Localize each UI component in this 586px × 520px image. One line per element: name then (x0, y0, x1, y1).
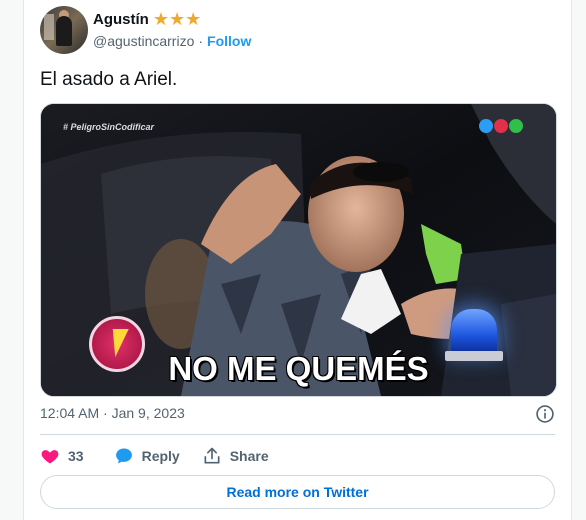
reply-button[interactable]: Reply (114, 446, 180, 466)
handle-row: @agustincarrizo · Follow (93, 33, 251, 49)
reply-icon (115, 448, 132, 464)
action-bar: 33 Reply Share (40, 445, 291, 467)
separator: · (198, 33, 204, 49)
channel-logo-icon (479, 119, 523, 133)
follow-button[interactable]: Follow (207, 33, 251, 49)
avatar-background (44, 14, 54, 40)
avatar-figure (56, 16, 72, 46)
tweet-card: Agustín ★★★ @agustincarrizo · Follow El … (23, 0, 572, 520)
siren-icon (451, 309, 497, 353)
stars-icon: ★★★ (152, 9, 202, 29)
name-row: Agustín ★★★ (93, 9, 202, 29)
reply-label: Reply (141, 448, 180, 464)
logo-dot-green (509, 119, 523, 133)
like-button[interactable]: 33 (40, 446, 84, 466)
info-icon[interactable] (535, 404, 555, 424)
share-label: Share (229, 448, 269, 464)
media-caption: NO ME QUEMÉS (168, 350, 429, 387)
author-handle[interactable]: @agustincarrizo (93, 33, 194, 49)
logo-dot-red (494, 119, 508, 133)
logo-dot-blue (479, 119, 493, 133)
tweet-timestamp[interactable]: 12:04 AM · Jan 9, 2023 (40, 405, 185, 421)
share-icon (204, 447, 220, 464)
media-hashtag: # PeligroSinCodificar (63, 122, 155, 132)
author-name[interactable]: Agustín (93, 11, 149, 28)
heart-icon (41, 450, 59, 464)
avatar[interactable] (40, 6, 88, 54)
read-more-button[interactable]: Read more on Twitter (40, 475, 555, 509)
like-count: 33 (68, 448, 84, 464)
tweet-header: Agustín ★★★ @agustincarrizo · Follow (40, 6, 550, 56)
tweet-media[interactable]: # PeligroSinCodificar NO ME QUEMÉS (40, 103, 557, 397)
tweet-text: El asado a Ariel. (40, 69, 178, 90)
share-button[interactable]: Share (202, 446, 269, 466)
divider (40, 434, 555, 435)
